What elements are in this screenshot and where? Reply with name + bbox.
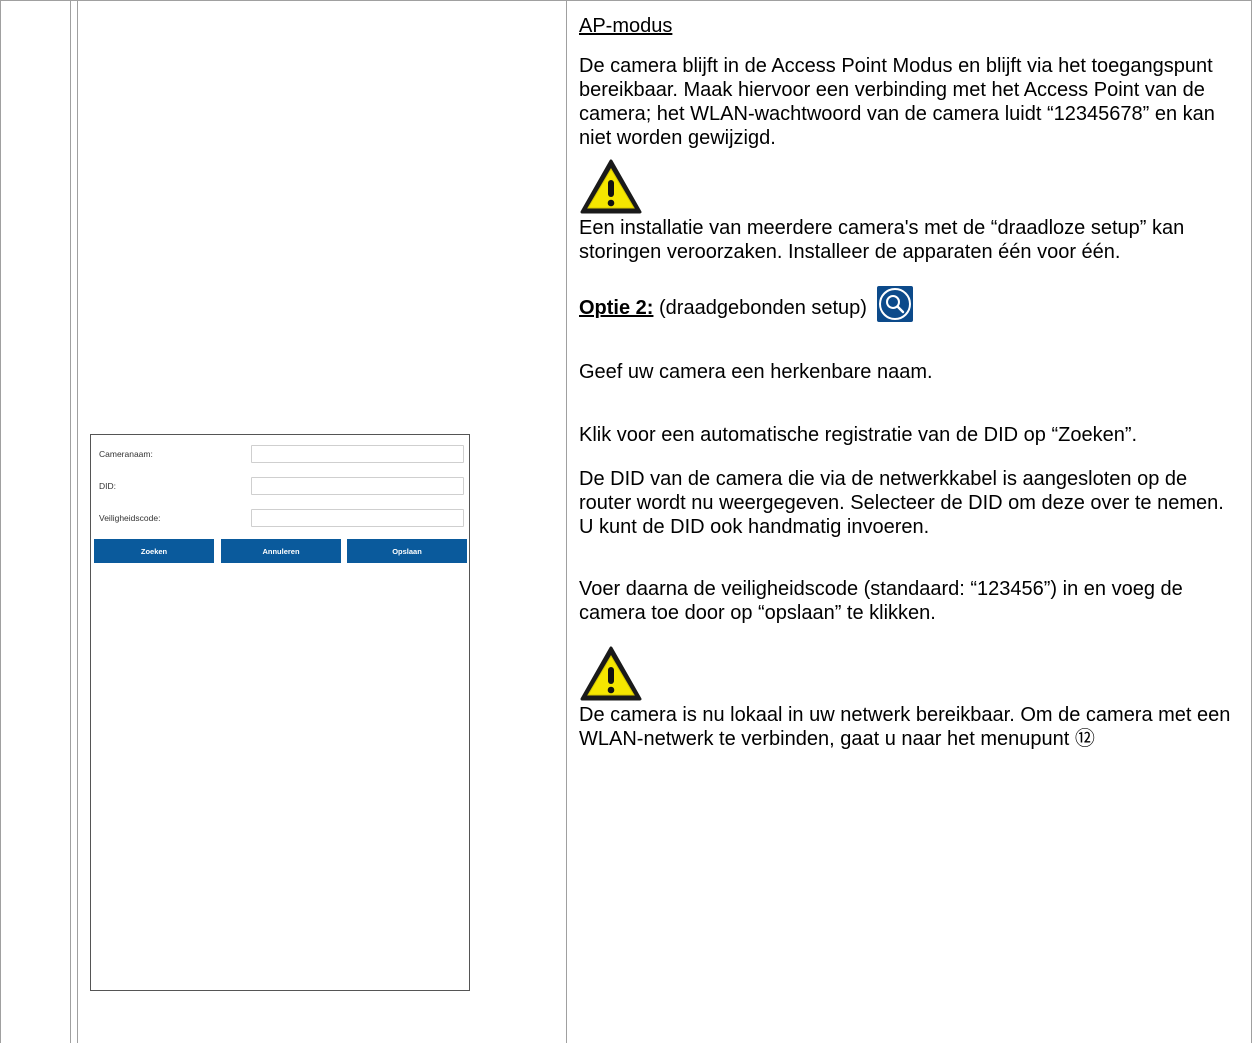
save-button[interactable]: Opslaan bbox=[347, 539, 467, 563]
cancel-button[interactable]: Annuleren bbox=[221, 539, 341, 563]
search-paragraph: Klik voor een automatische registratie v… bbox=[579, 424, 1138, 446]
warning-icon-2-wrap bbox=[579, 645, 1243, 703]
camera-name-label: Cameranaam: bbox=[99, 449, 153, 459]
camera-name-row: Cameranaam: bbox=[91, 445, 469, 467]
instructions-column: AP-modus De camera blijft in de Access P… bbox=[579, 14, 1243, 751]
security-code-input[interactable] bbox=[251, 509, 464, 527]
warning-icon-1-wrap bbox=[579, 158, 1243, 216]
magnifier-icon bbox=[876, 286, 913, 322]
ap-mode-heading: AP-modus bbox=[579, 15, 673, 37]
security-code-paragraph: Voer daarna de veiligheidscode (standaar… bbox=[579, 578, 1183, 624]
did-input[interactable] bbox=[251, 477, 464, 495]
option-2-text: (draadgebonden setup) bbox=[659, 297, 867, 319]
search-button[interactable]: Zoeken bbox=[94, 539, 214, 563]
did-paragraph: De DID van de camera die via de netwerkk… bbox=[579, 468, 1224, 538]
table-border-col2 bbox=[566, 0, 567, 1043]
security-code-row: Veiligheidscode: bbox=[91, 509, 469, 531]
table-border-left bbox=[0, 0, 1, 1043]
warning-2-text: De camera is nu lokaal in uw netwerk ber… bbox=[579, 704, 1231, 750]
ap-mode-paragraph: De camera blijft in de Access Point Modu… bbox=[579, 55, 1215, 149]
did-row: DID: bbox=[91, 477, 469, 499]
warning-triangle-icon bbox=[580, 159, 642, 214]
camera-name-input[interactable] bbox=[251, 445, 464, 463]
name-paragraph: Geef uw camera een herkenbare naam. bbox=[579, 361, 933, 383]
did-label: DID: bbox=[99, 481, 116, 491]
warning-triangle-icon bbox=[580, 646, 642, 701]
security-code-label: Veiligheidscode: bbox=[99, 513, 161, 523]
option-2-line: Optie 2: (draadgebonden setup) bbox=[579, 286, 1243, 322]
table-border-col1b bbox=[77, 0, 78, 1043]
option-2-label: Optie 2: bbox=[579, 297, 654, 319]
table-top-border bbox=[0, 0, 1252, 1]
table-border-col1 bbox=[70, 0, 71, 1043]
app-screenshot: Cameranaam: DID: Veiligheidscode: Zoeken… bbox=[90, 434, 470, 991]
warning-1-text: Een installatie van meerdere camera's me… bbox=[579, 217, 1185, 263]
